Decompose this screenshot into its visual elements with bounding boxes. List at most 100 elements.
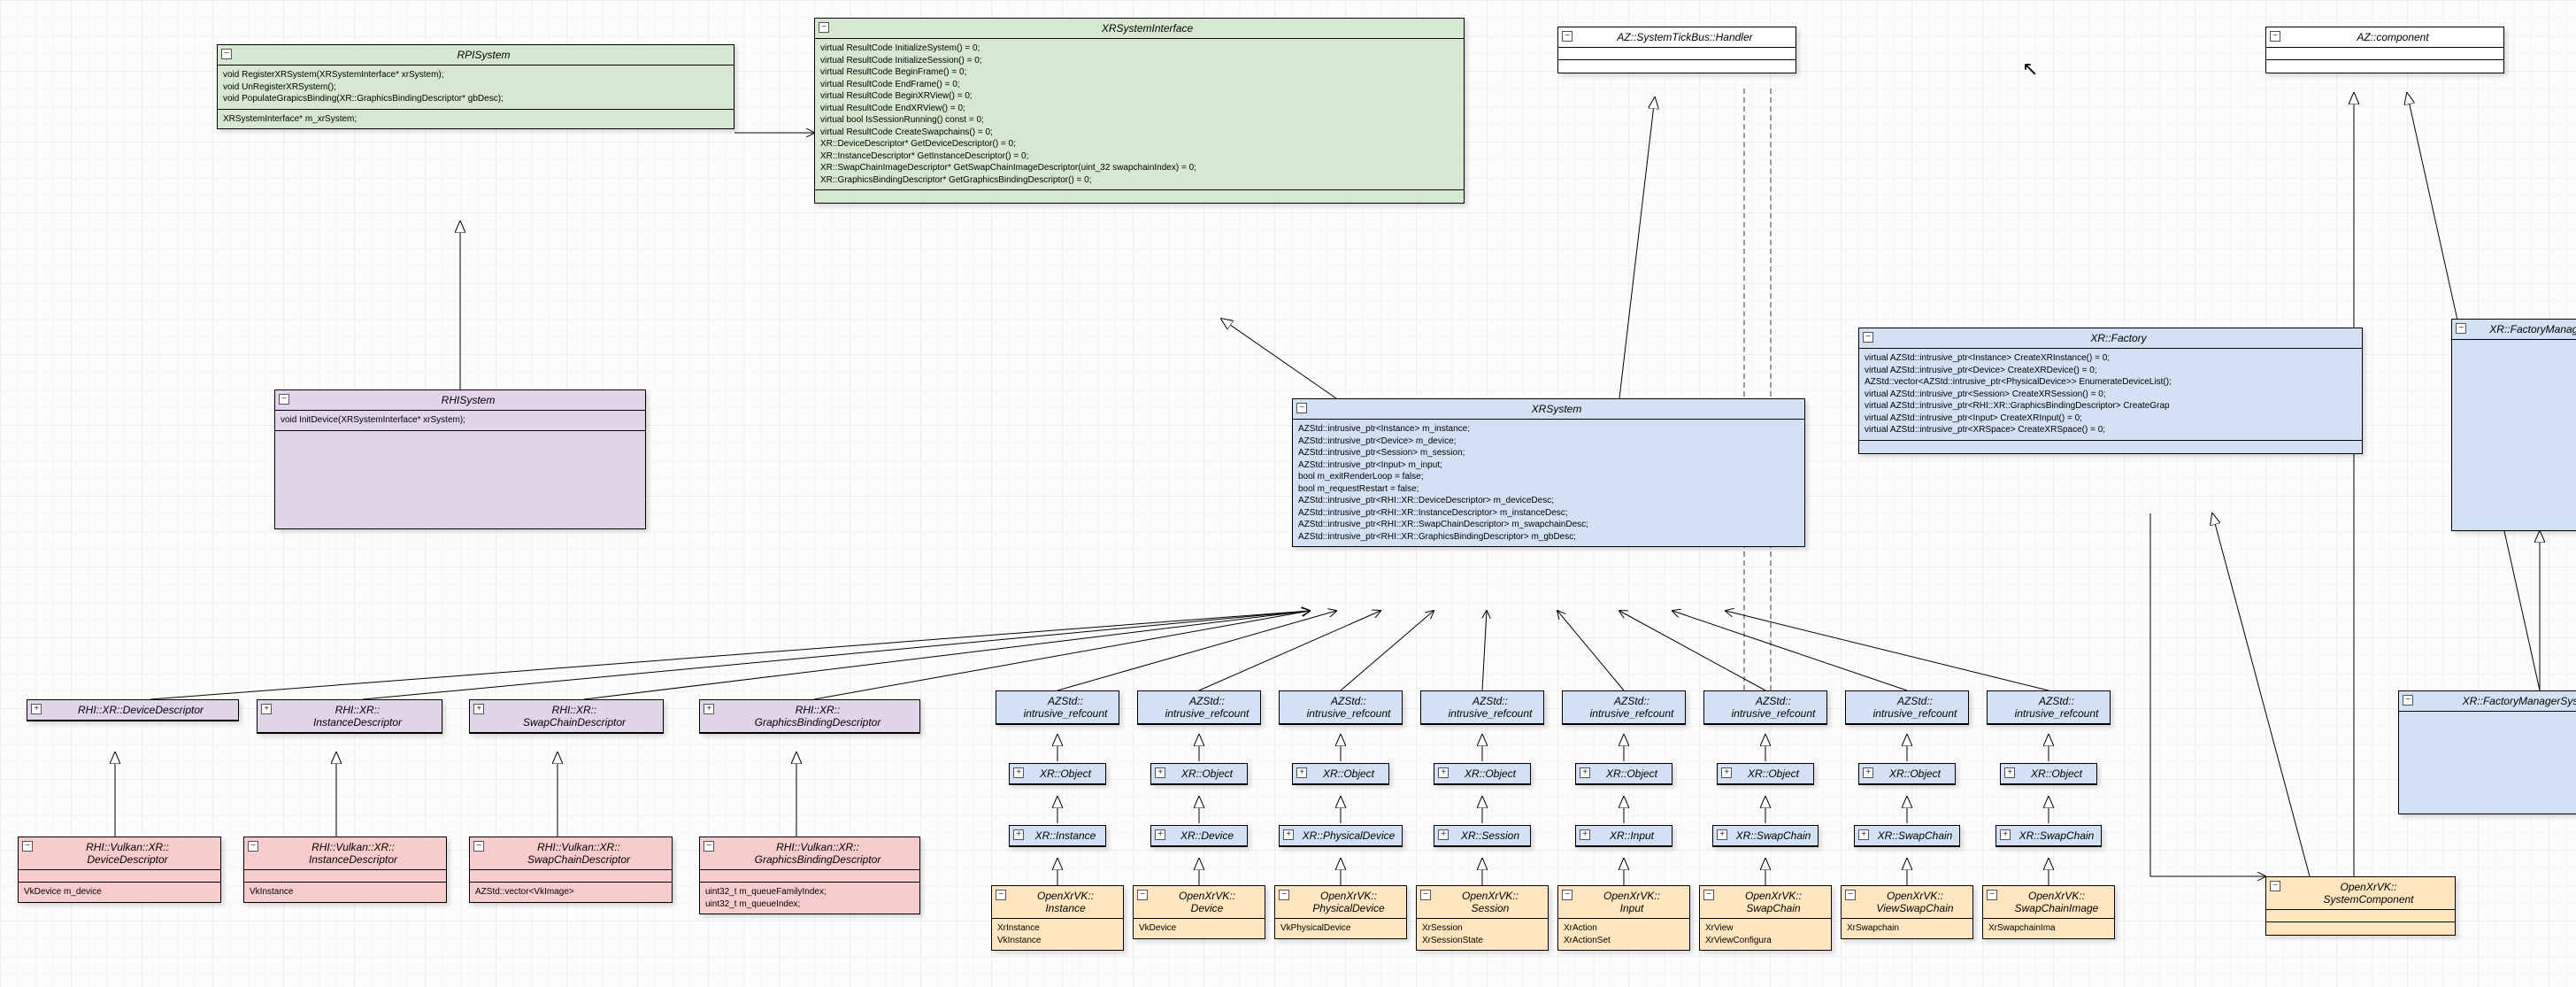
- collapse-icon[interactable]: −: [819, 22, 829, 33]
- class-xrobject[interactable]: +XR::Object: [1150, 763, 1248, 785]
- class-scdesc[interactable]: + RHI::XR:: SwapChainDescriptor: [469, 699, 664, 734]
- expand-icon[interactable]: +: [1858, 829, 1869, 840]
- expand-icon[interactable]: +: [1155, 829, 1165, 840]
- class-refcount[interactable]: AZStd:: intrusive_refcount: [1420, 690, 1544, 725]
- expand-icon[interactable]: +: [1580, 767, 1590, 778]
- class-vkscdesc[interactable]: −RHI::Vulkan::XR:: SwapChainDescriptor A…: [469, 837, 673, 903]
- expand-icon[interactable]: +: [1013, 829, 1024, 840]
- class-xrphysicaldevice[interactable]: +XR::PhysicalDevice: [1279, 825, 1403, 847]
- collapse-icon[interactable]: −: [704, 841, 714, 852]
- class-refcount[interactable]: AZStd:: intrusive_refcount: [1562, 690, 1686, 725]
- class-openxrvk-session[interactable]: −OpenXrVK:: Session XrSession XrSessionS…: [1416, 885, 1549, 951]
- collapse-icon[interactable]: −: [473, 841, 484, 852]
- class-openxrvk-viewswapchain[interactable]: −OpenXrVK:: ViewSwapChain XrSwapchain: [1841, 885, 1973, 939]
- class-xrsession[interactable]: +XR::Session: [1434, 825, 1531, 847]
- collapse-icon[interactable]: −: [2456, 323, 2466, 334]
- expand-icon[interactable]: +: [1013, 767, 1024, 778]
- expand-icon[interactable]: +: [2004, 767, 2015, 778]
- class-xrfactory[interactable]: −XR::Factory virtual AZStd::intrusive_pt…: [1858, 328, 2363, 454]
- class-refcount[interactable]: AZStd:: intrusive_refcount: [1987, 690, 2111, 725]
- collapse-icon[interactable]: −: [2270, 31, 2280, 42]
- class-xrdevice[interactable]: +XR::Device: [1150, 825, 1248, 847]
- class-vkdevdesc[interactable]: −RHI::Vulkan::XR:: DeviceDescriptor VkDe…: [18, 837, 221, 903]
- attributes: [815, 190, 1464, 203]
- expand-icon[interactable]: +: [261, 704, 272, 714]
- class-vkinstdesc[interactable]: −RHI::Vulkan::XR:: InstanceDescriptor Vk…: [243, 837, 447, 903]
- collapse-icon[interactable]: −: [2403, 695, 2413, 706]
- class-refcount[interactable]: AZStd:: intrusive_refcount: [1137, 690, 1261, 725]
- collapse-icon[interactable]: −: [1420, 890, 1431, 900]
- class-title: RHI::XR:: SwapChainDescriptor: [523, 704, 626, 729]
- expand-icon[interactable]: +: [1717, 829, 1727, 840]
- class-devdesc[interactable]: +RHI::XR::DeviceDescriptor: [27, 699, 239, 721]
- class-xrinstance[interactable]: +XR::Instance: [1009, 825, 1106, 847]
- class-openxrvk-swapchainimage[interactable]: −OpenXrVK:: SwapChainImage XrSwapchainIm…: [1982, 885, 2115, 939]
- class-xrsysteminterface[interactable]: −XRSystemInterface virtual ResultCode In…: [814, 18, 1465, 204]
- class-tickbus[interactable]: −AZ::SystemTickBus::Handler: [1557, 27, 1796, 73]
- expand-icon[interactable]: +: [1438, 829, 1449, 840]
- class-xrswapchain[interactable]: +XR::SwapChain: [1995, 825, 2102, 847]
- class-openxrvk-swapchain[interactable]: −OpenXrVK:: SwapChain XrView XrViewConfi…: [1699, 885, 1832, 951]
- class-title: RHI::XR:: GraphicsBindingDescriptor: [755, 704, 881, 729]
- class-refcount[interactable]: AZStd:: intrusive_refcount: [996, 690, 1119, 725]
- expand-icon[interactable]: +: [1155, 767, 1165, 778]
- class-refcount[interactable]: AZStd:: intrusive_refcount: [1845, 690, 1969, 725]
- class-title: RHI::Vulkan::XR:: InstanceDescriptor: [309, 841, 397, 866]
- class-xrfactorymgrsyscomp[interactable]: − XR::FactoryManagerSystemComponent: [2398, 690, 2576, 814]
- class-openxrvk-instance[interactable]: −OpenXrVK:: Instance XrInstance VkInstan…: [991, 885, 1124, 951]
- class-gbdesc[interactable]: + RHI::XR:: GraphicsBindingDescriptor: [699, 699, 920, 734]
- class-xrswapchain[interactable]: +XR::SwapChain: [1854, 825, 1960, 847]
- class-refcount[interactable]: AZStd:: intrusive_refcount: [1703, 690, 1827, 725]
- expand-icon[interactable]: +: [1296, 767, 1307, 778]
- expand-icon[interactable]: +: [1721, 767, 1732, 778]
- class-openxrvk-physicaldevice[interactable]: −OpenXrVK:: PhysicalDevice VkPhysicalDev…: [1274, 885, 1407, 939]
- class-xrobject[interactable]: +XR::Object: [2000, 763, 2097, 785]
- class-azcomponent[interactable]: −AZ::component: [2265, 27, 2504, 73]
- collapse-icon[interactable]: −: [1279, 890, 1289, 900]
- class-xrobject[interactable]: +XR::Object: [1575, 763, 1672, 785]
- collapse-icon[interactable]: −: [1863, 332, 1873, 343]
- class-openxrvk-device[interactable]: −OpenXrVK:: Device VkDevice: [1133, 885, 1265, 939]
- class-instdesc[interactable]: +RHI::XR:: InstanceDescriptor: [257, 699, 442, 734]
- class-title: RHI::Vulkan::XR:: SwapChainDescriptor: [527, 841, 630, 866]
- class-title: XRSystemInterface: [1102, 22, 1193, 35]
- class-xrsystem[interactable]: −XRSystem AZStd::intrusive_ptr<Instance>…: [1292, 398, 1805, 547]
- class-title: XR::FactoryManagerSystemComponent: [2463, 695, 2576, 707]
- class-xrswapchain[interactable]: +XR::SwapChain: [1712, 825, 1819, 847]
- class-rhisystem[interactable]: −RHISystem void InitDevice(XRSystemInter…: [274, 389, 646, 529]
- class-rpisystem[interactable]: −RPISystem void RegisterXRSystem(XRSyste…: [217, 44, 734, 129]
- collapse-icon[interactable]: −: [248, 841, 258, 852]
- class-openxrvk-input[interactable]: −OpenXrVK:: Input XrAction XrActionSet: [1557, 885, 1690, 951]
- class-title: RHISystem: [442, 394, 496, 406]
- expand-icon[interactable]: +: [1438, 767, 1449, 778]
- class-xrobject[interactable]: +XR::Object: [1292, 763, 1389, 785]
- class-xrobject[interactable]: +XR::Object: [1717, 763, 1814, 785]
- collapse-icon[interactable]: −: [2270, 881, 2280, 891]
- collapse-icon[interactable]: −: [1562, 890, 1573, 900]
- collapse-icon[interactable]: −: [1987, 890, 1997, 900]
- expand-icon[interactable]: +: [704, 704, 714, 714]
- class-openxrvk-systemcomponent[interactable]: −OpenXrVK:: SystemComponent: [2265, 876, 2456, 936]
- collapse-icon[interactable]: −: [279, 394, 289, 405]
- collapse-icon[interactable]: −: [221, 49, 232, 59]
- collapse-icon[interactable]: −: [1562, 31, 1573, 42]
- collapse-icon[interactable]: −: [1845, 890, 1856, 900]
- class-refcount[interactable]: AZStd:: intrusive_refcount: [1279, 690, 1403, 725]
- expand-icon[interactable]: +: [1580, 829, 1590, 840]
- collapse-icon[interactable]: −: [1703, 890, 1714, 900]
- collapse-icon[interactable]: −: [1137, 890, 1148, 900]
- collapse-icon[interactable]: −: [996, 890, 1006, 900]
- expand-icon[interactable]: +: [1863, 767, 1873, 778]
- expand-icon[interactable]: +: [1283, 829, 1294, 840]
- expand-icon[interactable]: +: [473, 704, 484, 714]
- expand-icon[interactable]: +: [31, 704, 42, 714]
- class-xrobject[interactable]: +XR::Object: [1858, 763, 1956, 785]
- collapse-icon[interactable]: −: [1296, 403, 1307, 413]
- class-xrobject[interactable]: +XR::Object: [1009, 763, 1106, 785]
- class-vkgbdesc[interactable]: −RHI::Vulkan::XR:: GraphicsBindingDescri…: [699, 837, 920, 914]
- class-xrinput[interactable]: +XR::Input: [1575, 825, 1672, 847]
- class-xrobject[interactable]: +XR::Object: [1434, 763, 1531, 785]
- expand-icon[interactable]: +: [2000, 829, 2011, 840]
- collapse-icon[interactable]: −: [22, 841, 33, 852]
- class-xrfactorymanagerbus[interactable]: −XR::FactoryManagerBus: [2451, 319, 2576, 531]
